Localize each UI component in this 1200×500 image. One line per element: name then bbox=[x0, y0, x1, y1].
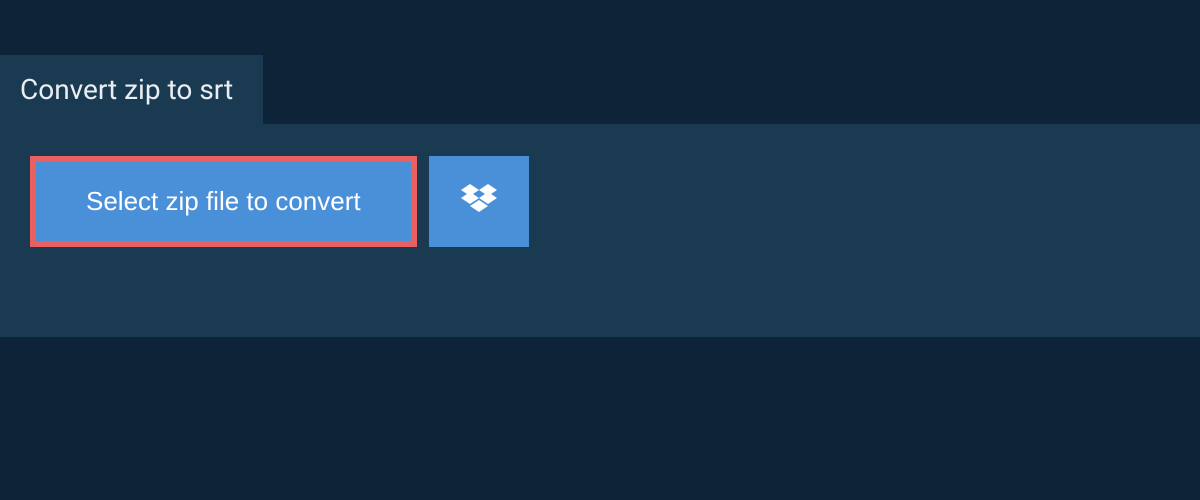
content-panel: Select zip file to convert bbox=[0, 124, 1200, 337]
dropbox-icon bbox=[461, 184, 497, 219]
select-file-label: Select zip file to convert bbox=[86, 186, 361, 217]
dropbox-button[interactable] bbox=[429, 156, 529, 247]
button-row: Select zip file to convert bbox=[30, 156, 1170, 247]
page-title: Convert zip to srt bbox=[20, 73, 233, 106]
select-file-button[interactable]: Select zip file to convert bbox=[30, 156, 417, 247]
tab-header: Convert zip to srt bbox=[0, 55, 263, 124]
